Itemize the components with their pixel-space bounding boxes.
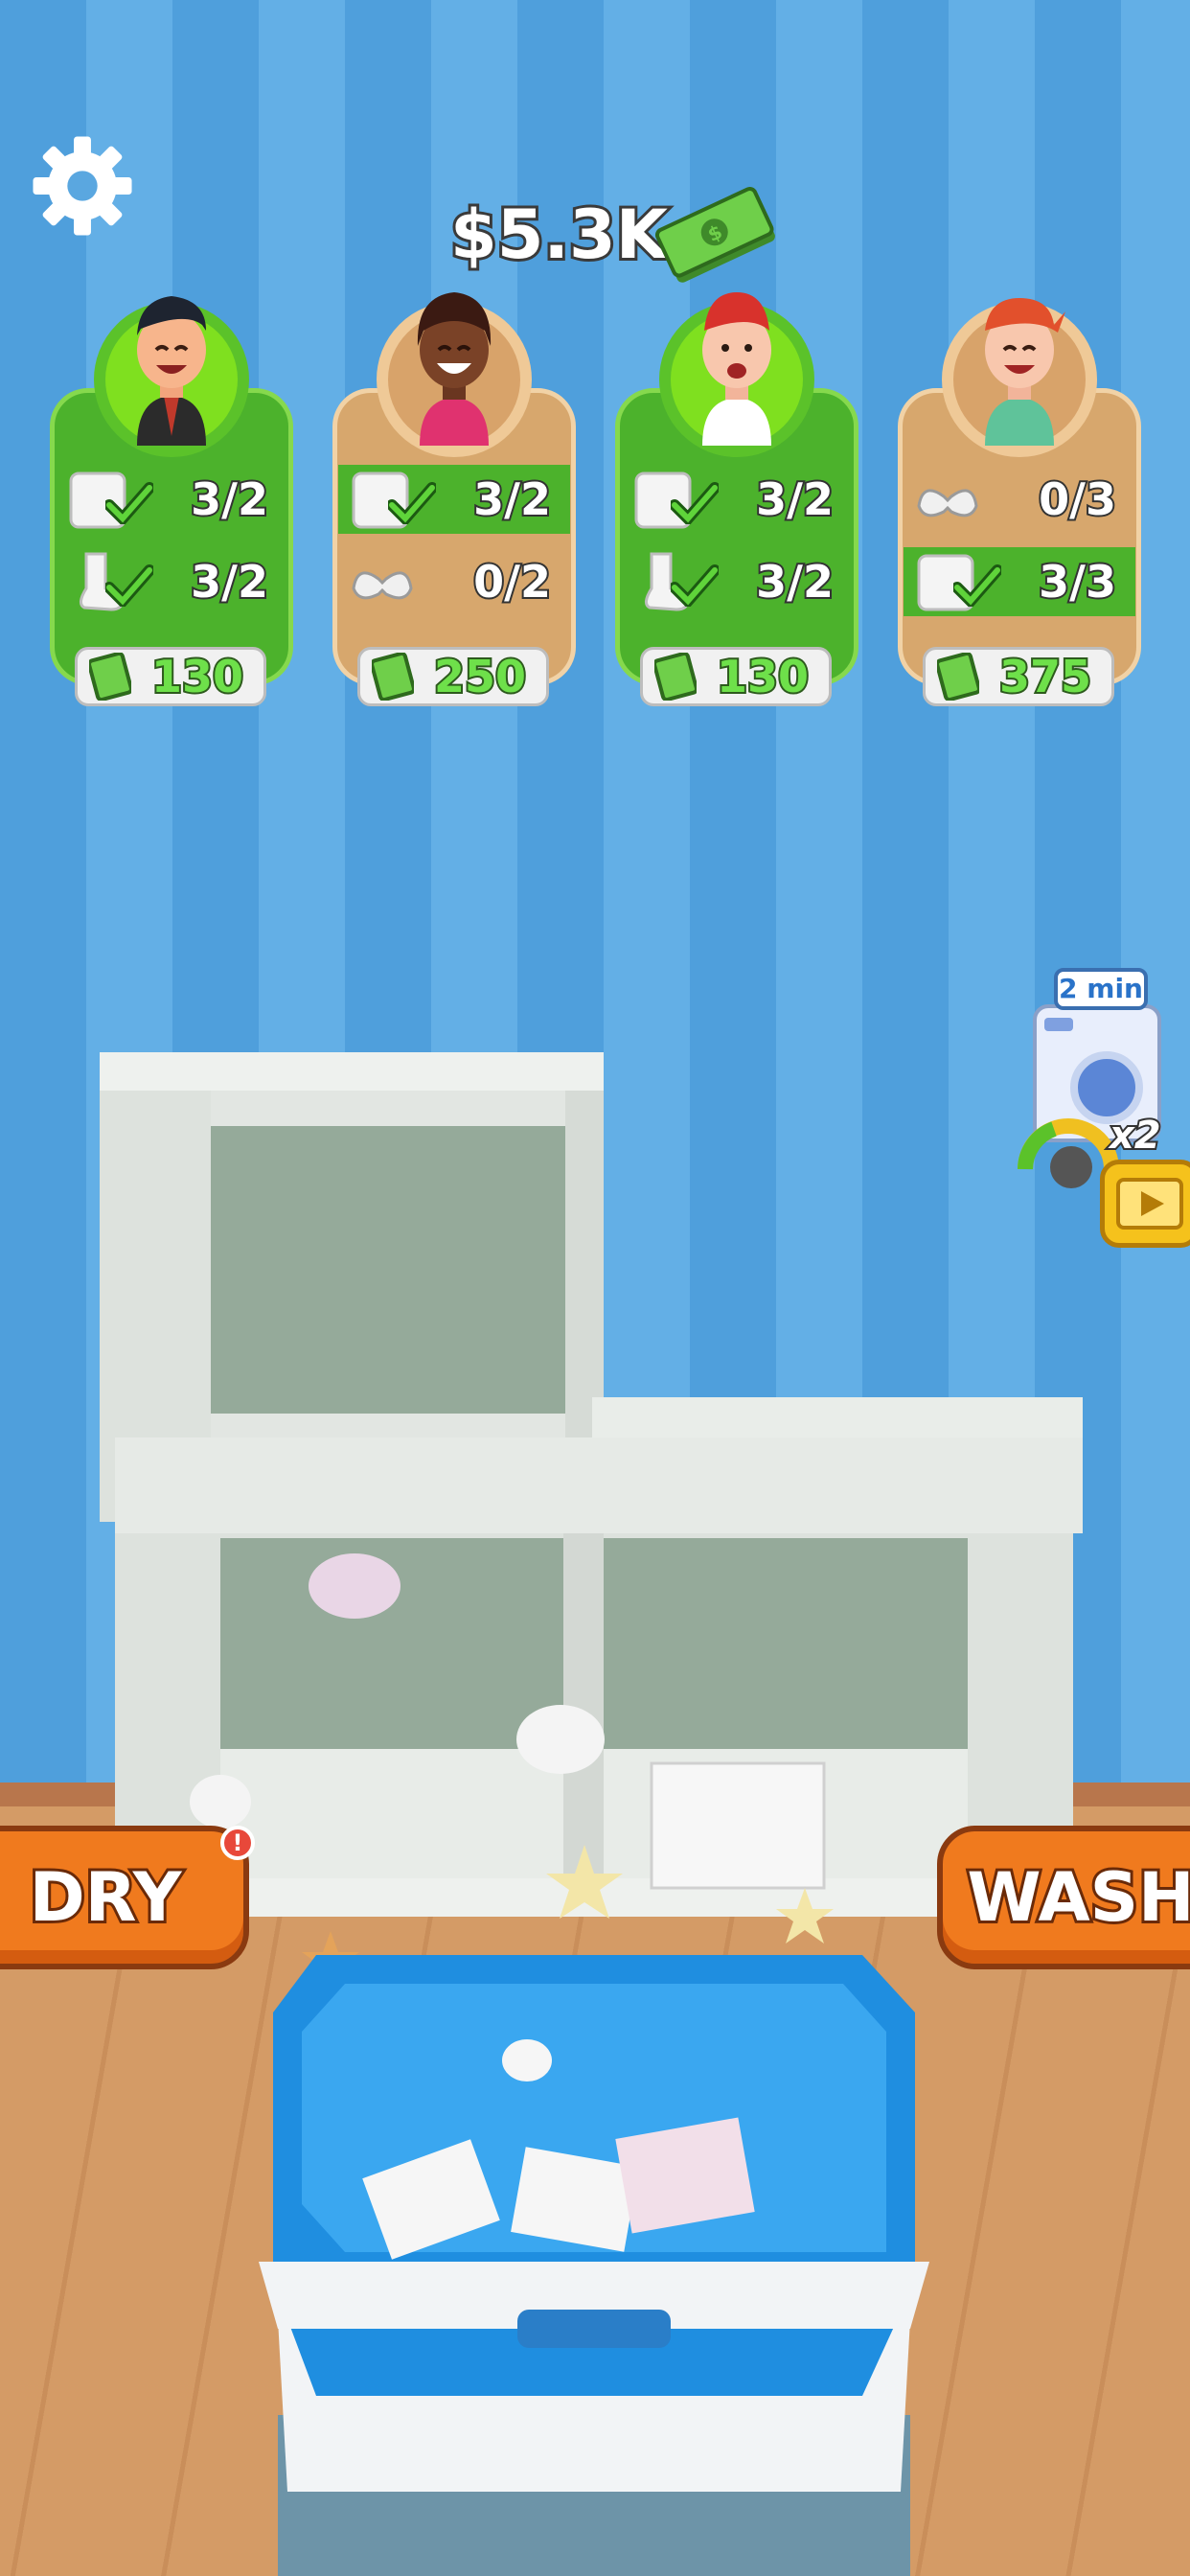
customer-orders: 3/2 3/2 130 3/2 0/2 250 3/2 3/2 130 0/3 …	[46, 283, 1157, 714]
order-row: 3/2	[56, 465, 287, 534]
avatar	[985, 298, 1065, 446]
film-play-glyph	[1116, 1178, 1183, 1230]
customer-card[interactable]: 3/2 0/2 250	[329, 283, 580, 709]
order-count: 3/2	[754, 554, 835, 610]
gear-icon[interactable]	[29, 132, 136, 240]
customer-card[interactable]: 3/2 3/2 130	[611, 283, 862, 709]
check-icon	[105, 564, 153, 607]
reward-amount: 130	[715, 649, 811, 704]
order-row: 0/3	[904, 465, 1135, 534]
cash-bundle-icon: $	[654, 187, 775, 283]
customer-card[interactable]: 3/2 3/2 130	[46, 283, 297, 709]
reward-amount: 250	[432, 649, 528, 704]
bra-icon	[917, 489, 978, 518]
reward-badge: 130	[640, 647, 832, 706]
order-row: 3/3	[904, 547, 1135, 616]
check-icon	[671, 564, 719, 607]
avatar	[417, 292, 492, 446]
avatar	[702, 292, 771, 446]
alert-badge: !	[220, 1826, 255, 1860]
order-count: 3/2	[471, 472, 553, 527]
dry-button-label: DRY	[27, 1855, 185, 1940]
customer-card[interactable]: 0/3 3/3 375	[894, 283, 1145, 709]
check-icon	[105, 482, 153, 524]
dry-button[interactable]: DRY	[0, 1826, 249, 1969]
speed-boost-offer[interactable]: 2 min x2	[1016, 968, 1190, 1248]
check-icon	[953, 564, 1001, 607]
order-row: 3/2	[621, 465, 853, 534]
cash-icon	[654, 653, 697, 701]
boost-multiplier: x2	[1108, 1112, 1163, 1160]
order-count: 3/3	[1037, 554, 1118, 610]
boost-duration: 2 min	[1054, 968, 1148, 1010]
check-icon	[671, 482, 719, 524]
order-count: 3/2	[754, 472, 835, 527]
reward-amount: 375	[997, 649, 1093, 704]
order-count: 0/3	[1037, 472, 1118, 527]
wash-button[interactable]: WASH	[937, 1826, 1190, 1969]
bra-icon	[352, 571, 413, 600]
cash-icon	[89, 653, 131, 701]
order-count: 0/2	[471, 554, 553, 610]
reward-badge: 130	[75, 647, 266, 706]
wash-button-label: WASH	[964, 1855, 1190, 1940]
video-play-icon[interactable]	[1100, 1160, 1190, 1248]
reward-badge: 375	[923, 647, 1114, 706]
order-row: 3/2	[621, 547, 853, 616]
order-count: 3/2	[189, 472, 270, 527]
order-row: 0/2	[338, 547, 570, 616]
order-count: 3/2	[189, 554, 270, 610]
order-row: 3/2	[56, 547, 287, 616]
reward-badge: 250	[357, 647, 549, 706]
cash-icon	[937, 653, 979, 701]
money-amount: $5.3K	[447, 193, 671, 277]
money-counter: $5.3K $	[447, 182, 775, 288]
reward-amount: 130	[149, 649, 245, 704]
order-row: 3/2	[338, 465, 570, 534]
check-icon	[388, 482, 436, 524]
avatar	[137, 296, 206, 446]
cash-icon	[372, 653, 414, 701]
